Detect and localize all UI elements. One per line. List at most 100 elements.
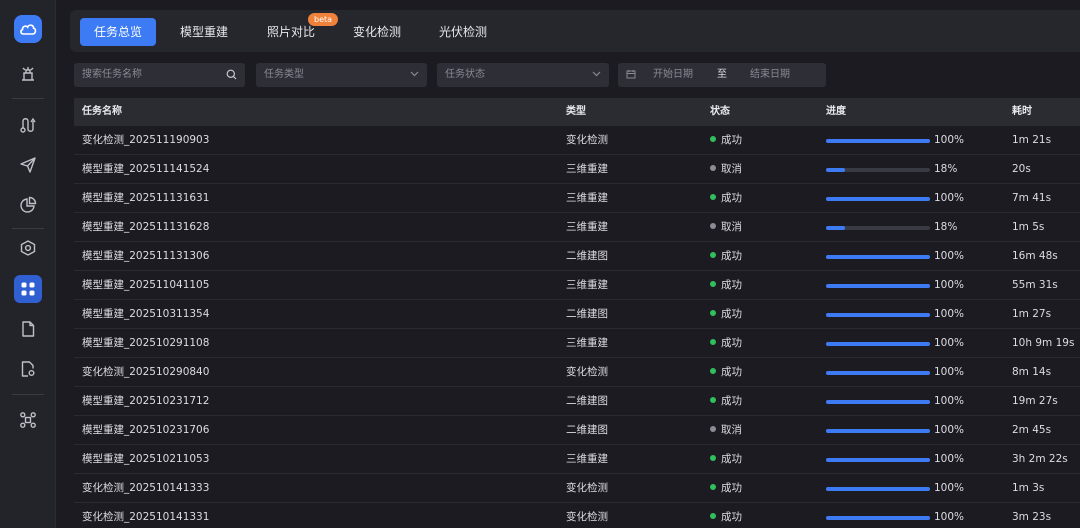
status-label: 成功 bbox=[721, 366, 742, 378]
model-icon[interactable] bbox=[14, 234, 42, 262]
progress-text: 100% bbox=[934, 279, 965, 291]
task-name[interactable]: 模型重建_202510311354 bbox=[82, 300, 209, 329]
table-row[interactable]: 变化检测_202510290840 变化检测 成功 100% 8m 14s bbox=[74, 358, 1080, 387]
table-header: 任务名称 类型 状态 进度 耗时 bbox=[74, 98, 1080, 126]
status-dot-icon bbox=[710, 513, 716, 519]
task-name[interactable]: 模型重建_202511041105 bbox=[82, 271, 209, 300]
table-row[interactable]: 模型重建_202511041105 三维重建 成功 100% 55m 31s bbox=[74, 271, 1080, 300]
task-name[interactable]: 模型重建_202510211053 bbox=[82, 445, 209, 474]
table-row[interactable]: 模型重建_202510291108 三维重建 成功 100% 10h 9m 19s bbox=[74, 329, 1080, 358]
table-row[interactable]: 变化检测_202510141331 变化检测 成功 100% 3m 23s bbox=[74, 503, 1080, 528]
progress-text: 100% bbox=[934, 366, 965, 378]
table-row[interactable]: 模型重建_202511131631 三维重建 成功 100% 7m 41s bbox=[74, 184, 1080, 213]
status-label: 取消 bbox=[721, 221, 742, 233]
table-row[interactable]: 模型重建_202510231706 二维建图 取消 100% 2m 45s bbox=[74, 416, 1080, 445]
progress-bar bbox=[826, 255, 930, 259]
task-type: 变化检测 bbox=[566, 482, 608, 494]
task-name[interactable]: 模型重建_202510231706 bbox=[82, 416, 209, 445]
task-duration: 1m 21s bbox=[1012, 134, 1052, 146]
end-date-input[interactable]: 结束日期 bbox=[750, 63, 790, 87]
task-duration: 19m 27s bbox=[1012, 395, 1058, 407]
calendar-icon bbox=[626, 63, 636, 87]
task-type-select[interactable]: 任务类型 bbox=[256, 63, 427, 87]
status-dot-icon bbox=[710, 426, 716, 432]
status-label: 成功 bbox=[721, 395, 742, 407]
table-row[interactable]: 变化检测_202511190903 变化检测 成功 100% 1m 21s bbox=[74, 126, 1080, 155]
search-input[interactable]: 搜索任务名称 bbox=[74, 63, 245, 87]
drone-icon[interactable] bbox=[14, 406, 42, 434]
task-name[interactable]: 模型重建_202511141524 bbox=[82, 155, 209, 184]
progress-bar bbox=[826, 516, 930, 520]
tab-pv-detection[interactable]: 光伏检测 bbox=[425, 18, 501, 46]
header-name: 任务名称 bbox=[82, 106, 122, 117]
task-name[interactable]: 模型重建_202511131631 bbox=[82, 184, 209, 213]
progress-text: 100% bbox=[934, 308, 965, 320]
start-date-input[interactable]: 开始日期 bbox=[653, 63, 693, 87]
send-icon[interactable] bbox=[14, 151, 42, 179]
progress-bar bbox=[826, 168, 930, 172]
task-name[interactable]: 变化检测_202510141331 bbox=[82, 503, 209, 528]
table-row[interactable]: 变化检测_202510141333 变化检测 成功 100% 1m 3s bbox=[74, 474, 1080, 503]
file-settings-icon[interactable] bbox=[14, 355, 42, 383]
tab-task-overview[interactable]: 任务总览 bbox=[80, 18, 157, 46]
table-row[interactable]: 模型重建_202510211053 三维重建 成功 100% 3h 2m 22s bbox=[74, 445, 1080, 474]
task-name[interactable]: 模型重建_202511131306 bbox=[82, 242, 209, 271]
task-name[interactable]: 变化检测_202511190903 bbox=[82, 126, 209, 155]
route-icon[interactable] bbox=[14, 111, 42, 139]
progress-fill bbox=[826, 313, 930, 317]
task-name[interactable]: 模型重建_202510291108 bbox=[82, 329, 209, 358]
status-dot-icon bbox=[710, 397, 716, 403]
progress-text: 100% bbox=[934, 192, 965, 204]
task-type: 三维重建 bbox=[566, 279, 608, 291]
progress-bar bbox=[826, 197, 930, 201]
task-name[interactable]: 模型重建_202510231712 bbox=[82, 387, 209, 416]
task-name[interactable]: 变化检测_202510290840 bbox=[82, 358, 209, 387]
status-dot-icon bbox=[710, 165, 716, 171]
status-label: 成功 bbox=[721, 453, 742, 465]
tab-change-detection[interactable]: 变化检测 bbox=[339, 18, 415, 46]
task-duration: 1m 5s bbox=[1012, 221, 1045, 233]
date-range-picker[interactable]: 开始日期 至 结束日期 bbox=[618, 63, 826, 87]
table-row[interactable]: 模型重建_202510311354 二维建图 成功 100% 1m 27s bbox=[74, 300, 1080, 329]
status-label: 取消 bbox=[721, 424, 742, 436]
task-duration: 1m 3s bbox=[1012, 482, 1045, 494]
progress-fill bbox=[826, 371, 930, 375]
table-row[interactable]: 模型重建_202510231712 二维建图 成功 100% 19m 27s bbox=[74, 387, 1080, 416]
status-label: 成功 bbox=[721, 511, 742, 523]
cloud-logo-icon[interactable] bbox=[14, 15, 42, 43]
header-type: 类型 bbox=[566, 106, 586, 117]
task-duration: 16m 48s bbox=[1012, 250, 1058, 262]
search-placeholder: 搜索任务名称 bbox=[82, 69, 142, 80]
task-type: 三维重建 bbox=[566, 221, 608, 233]
tab-model-reconstruction[interactable]: 模型重建 bbox=[166, 18, 242, 46]
task-duration: 20s bbox=[1012, 163, 1031, 175]
apps-grid-icon[interactable] bbox=[14, 275, 42, 303]
header-status: 状态 bbox=[710, 106, 730, 117]
search-icon[interactable] bbox=[226, 63, 237, 87]
progress-fill bbox=[826, 197, 930, 201]
table-row[interactable]: 模型重建_202511131628 三维重建 取消 18% 1m 5s bbox=[74, 213, 1080, 242]
task-name[interactable]: 变化检测_202510141333 bbox=[82, 474, 209, 503]
table-row[interactable]: 模型重建_202511141524 三维重建 取消 18% 20s bbox=[74, 155, 1080, 184]
drone-station-icon[interactable] bbox=[14, 59, 42, 87]
status-dot-icon bbox=[710, 339, 716, 345]
task-name[interactable]: 模型重建_202511131628 bbox=[82, 213, 209, 242]
task-duration: 1m 27s bbox=[1012, 308, 1052, 320]
status-label: 成功 bbox=[721, 337, 742, 349]
chevron-down-icon bbox=[410, 63, 419, 87]
task-type: 三维重建 bbox=[566, 453, 608, 465]
progress-bar bbox=[826, 487, 930, 491]
progress-text: 18% bbox=[934, 221, 958, 233]
task-status-select[interactable]: 任务状态 bbox=[437, 63, 609, 87]
status-dot-icon bbox=[710, 455, 716, 461]
task-status: 取消 bbox=[710, 416, 742, 445]
progress-bar bbox=[826, 284, 930, 288]
progress-text: 100% bbox=[934, 453, 965, 465]
table-row[interactable]: 模型重建_202511131306 二维建图 成功 100% 16m 48s bbox=[74, 242, 1080, 271]
progress-fill bbox=[826, 284, 930, 288]
file-icon[interactable] bbox=[14, 315, 42, 343]
task-status: 成功 bbox=[710, 358, 742, 387]
status-dot-icon bbox=[710, 223, 716, 229]
progress-fill bbox=[826, 516, 930, 520]
pie-chart-icon[interactable] bbox=[14, 191, 42, 219]
